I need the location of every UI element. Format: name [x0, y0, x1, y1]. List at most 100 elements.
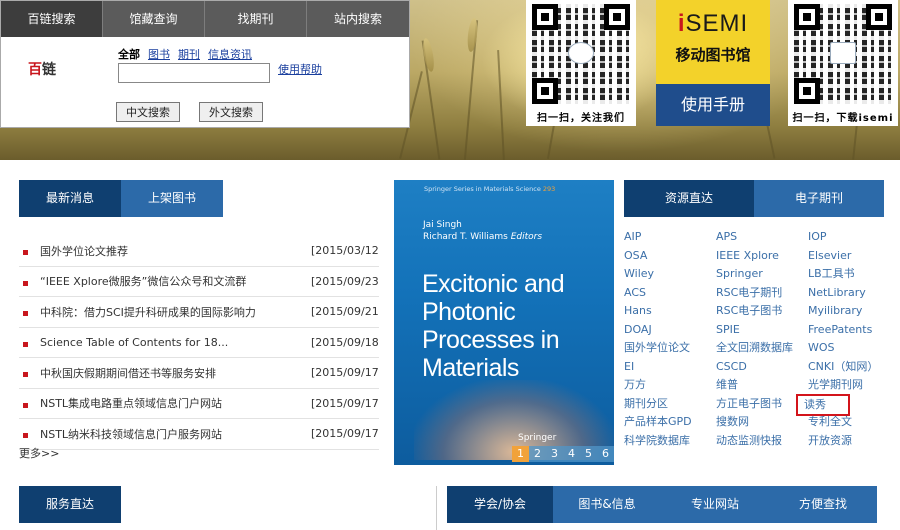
resource-link[interactable]: EI — [624, 359, 716, 378]
resource-link[interactable]: Myilibrary — [808, 303, 889, 322]
bullet-icon — [23, 280, 28, 286]
search-input[interactable] — [118, 63, 270, 83]
news-title[interactable]: NSTL纳米科技领域信息门户服务网站 — [40, 426, 326, 442]
resource-link[interactable]: 期刊分区 — [624, 396, 716, 415]
resource-link[interactable]: 读秀 — [796, 393, 850, 416]
news-title[interactable]: Science Table of Contents for 18... — [40, 336, 326, 349]
resource-link[interactable]: RSC电子期刊 — [716, 285, 808, 304]
qr-logo — [568, 42, 594, 64]
list-item[interactable]: 中秋国庆假期期间借还书等服务安排 [2015/09/17] — [19, 358, 379, 389]
resource-link[interactable]: AIP — [624, 229, 716, 248]
carousel-page-2[interactable]: 2 — [529, 446, 546, 462]
list-item[interactable]: “IEEE Xplore微服务”微信公众号和文流群 [2015/09/23] — [19, 267, 379, 297]
tab-new-books[interactable]: 上架图书 — [121, 180, 223, 217]
resource-link[interactable]: 光学期刊网 — [808, 377, 889, 396]
news-date: [2015/09/18] — [311, 335, 379, 349]
search-type-journals[interactable]: 期刊 — [178, 46, 200, 62]
resource-link[interactable]: Elsevier — [808, 248, 889, 267]
wheat-ear — [421, 37, 436, 73]
resource-link[interactable]: 搜数网 — [716, 414, 808, 433]
chinese-search-button[interactable]: 中文搜索 — [116, 102, 180, 122]
carousel-page-3[interactable]: 3 — [546, 446, 563, 462]
featured-book-cover[interactable]: Springer Series in Materials Science 293… — [394, 180, 614, 465]
news-title[interactable]: NSTL集成电路重点领域信息门户网站 — [40, 395, 326, 411]
search-tabs: 百链搜索 馆藏查询 找期刊 站内搜索 — [1, 1, 409, 37]
search-brand-logo: 百链 — [28, 59, 56, 79]
bullet-icon — [23, 402, 28, 408]
resource-link[interactable]: ACS — [624, 285, 716, 304]
news-date: [2015/03/12] — [311, 244, 379, 258]
resource-link[interactable]: 万方 — [624, 377, 716, 396]
list-item[interactable]: 国外学位论文推荐 [2015/03/12] — [19, 236, 379, 267]
follow-us-qr-panel: 扫一扫，关注我们 — [526, 0, 636, 126]
carousel-page-5[interactable]: 5 — [580, 446, 597, 462]
resource-link[interactable]: 产品样本GPD — [624, 414, 716, 433]
resource-link[interactable]: APS — [716, 229, 808, 248]
resource-link[interactable]: FreePatents — [808, 322, 889, 341]
news-list: 国外学位论文推荐 [2015/03/12] “IEEE Xplore微服务”微信… — [19, 236, 379, 450]
qr-finder-mark — [604, 4, 630, 30]
resource-link[interactable]: RSC电子图书 — [716, 303, 808, 322]
resource-link[interactable]: CSCD — [716, 359, 808, 378]
resource-link[interactable]: DOAJ — [624, 322, 716, 341]
resource-link[interactable]: NetLibrary — [808, 285, 889, 304]
search-type-books[interactable]: 图书 — [148, 46, 170, 62]
resource-link[interactable]: LB工具书 — [808, 266, 889, 285]
news-date: [2015/09/17] — [311, 366, 379, 380]
carousel-page-4[interactable]: 4 — [563, 446, 580, 462]
list-item[interactable]: NSTL纳米科技领域信息门户服务网站 [2015/09/17] — [19, 419, 379, 450]
resource-link[interactable]: 动态监测快报 — [716, 433, 808, 452]
foreign-search-button[interactable]: 外文搜索 — [199, 102, 263, 122]
list-item[interactable]: 中科院：借力SCI提升科研成果的国际影响力 [2015/09/21] — [19, 297, 379, 328]
user-manual-button[interactable]: 使用手册 — [656, 84, 770, 126]
tab-books-info[interactable]: 图书&信息 — [553, 486, 661, 523]
search-help-link[interactable]: 使用帮助 — [278, 61, 322, 77]
tab-service-direct[interactable]: 服务直达 — [19, 486, 121, 523]
news-title[interactable]: 中科院：借力SCI提升科研成果的国际影响力 — [40, 304, 326, 320]
list-item[interactable]: NSTL集成电路重点领域信息门户网站 [2015/09/17] — [19, 389, 379, 419]
tab-resource-direct[interactable]: 资源直达 — [624, 180, 754, 217]
search-type-all[interactable]: 全部 — [118, 46, 140, 62]
tab-find-journal[interactable]: 找期刊 — [205, 1, 307, 37]
news-date: [2015/09/23] — [311, 274, 379, 288]
search-type-info[interactable]: 信息资讯 — [208, 46, 252, 62]
book-publisher: Springer — [518, 433, 557, 443]
resource-link[interactable]: 维普 — [716, 377, 808, 396]
tab-professional-sites[interactable]: 专业网站 — [661, 486, 769, 523]
news-title[interactable]: “IEEE Xplore微服务”微信公众号和文流群 — [40, 273, 326, 289]
list-item[interactable]: Science Table of Contents for 18... [201… — [19, 328, 379, 358]
resource-link[interactable]: Hans — [624, 303, 716, 322]
resource-link[interactable]: Springer — [716, 266, 808, 285]
wheat-ear — [466, 17, 479, 53]
qr-finder-mark — [532, 4, 558, 30]
news-title[interactable]: 中秋国庆假期期间借还书等服务安排 — [40, 365, 326, 381]
news-title[interactable]: 国外学位论文推荐 — [40, 243, 326, 259]
news-more-link[interactable]: 更多>> — [19, 445, 59, 461]
tab-e-journals[interactable]: 电子期刊 — [754, 180, 884, 217]
resource-link[interactable]: 专利全文 — [808, 414, 889, 433]
resource-link[interactable]: IOP — [808, 229, 889, 248]
tab-latest-news[interactable]: 最新消息 — [19, 180, 121, 217]
resource-link[interactable]: Wiley — [624, 266, 716, 285]
resource-link[interactable]: 开放资源 — [808, 433, 889, 452]
tab-easy-find[interactable]: 方便查找 — [769, 486, 877, 523]
resource-link[interactable]: 科学院数据库 — [624, 433, 716, 452]
resource-link[interactable]: 方正电子图书 — [716, 396, 808, 415]
tab-collection-query[interactable]: 馆藏查询 — [103, 1, 205, 37]
resource-link[interactable]: CNKI（知网） — [808, 359, 889, 378]
resource-link[interactable]: 全文回溯数据库 — [716, 340, 808, 359]
tab-site-search[interactable]: 站内搜索 — [307, 1, 409, 37]
resource-link[interactable]: WOS — [808, 340, 889, 359]
tab-baidu-link-search[interactable]: 百链搜索 — [1, 1, 103, 37]
carousel-page-6[interactable]: 6 — [597, 446, 614, 462]
tab-societies[interactable]: 学会/协会 — [447, 486, 553, 523]
mobile-library-title: 移动图书馆 — [675, 46, 751, 64]
news-date: [2015/09/21] — [311, 305, 379, 319]
resource-link[interactable]: SPIE — [716, 322, 808, 341]
resource-link[interactable]: 国外学位论文 — [624, 340, 716, 359]
qr-finder-mark — [532, 78, 558, 104]
resource-link[interactable]: OSA — [624, 248, 716, 267]
carousel-page-1[interactable]: 1 — [512, 446, 529, 462]
resource-link[interactable]: IEEE Xplore — [716, 248, 808, 267]
search-type-options: 全部 图书 期刊 信息资讯 — [118, 46, 252, 62]
